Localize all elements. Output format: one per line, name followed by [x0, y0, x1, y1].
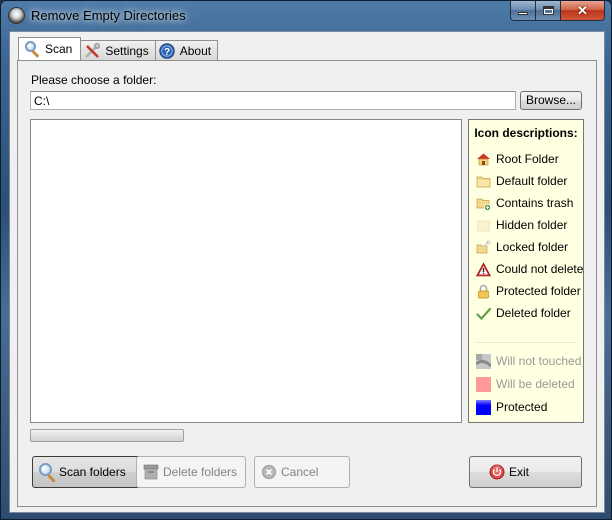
legend-separator — [476, 342, 576, 343]
legend-item: Locked folder — [476, 238, 568, 256]
close-button[interactable]: ✕ — [561, 1, 605, 21]
hidden-folder-icon — [476, 218, 491, 233]
legend-item: Contains trash — [476, 194, 573, 212]
help-icon: ? — [159, 42, 175, 59]
root-folder-icon — [476, 152, 491, 167]
legend-color-item: Will be deleted — [476, 375, 575, 393]
maximize-button[interactable] — [536, 1, 561, 21]
legend-item: Protected folder — [476, 282, 581, 300]
caption-buttons: ✕ — [510, 1, 605, 21]
browse-button[interactable]: Browse... — [520, 91, 582, 110]
magnifier-icon — [38, 463, 56, 483]
cancel-button[interactable]: Cancel — [254, 456, 350, 488]
legend-item: Could not delete — [475, 260, 583, 278]
tab-label: Settings — [105, 43, 149, 58]
tools-icon — [84, 42, 101, 59]
default-folder-icon — [476, 174, 491, 189]
delete-folders-button[interactable]: Delete folders — [136, 456, 246, 488]
main-window: Remove Empty Directories ✕ Scan Settings — [0, 0, 612, 520]
svg-text:?: ? — [164, 47, 170, 58]
legend-item: Hidden folder — [476, 216, 567, 234]
warning-icon — [475, 261, 492, 277]
legend-color-item: Protected — [476, 398, 547, 416]
tab-label: Scan — [45, 42, 73, 56]
legend-item: Root Folder — [476, 150, 559, 168]
legend-title: Icon descriptions: — [474, 126, 578, 140]
tab-about[interactable]: ? About — [154, 40, 219, 60]
protected-swatch-icon — [476, 399, 491, 415]
legend-color-item: Will not touched — [475, 352, 581, 370]
app-icon[interactable] — [8, 7, 25, 24]
power-icon — [488, 463, 506, 481]
scan-progress-bar — [30, 429, 184, 442]
trash-folder-icon — [476, 196, 491, 211]
folder-label: Please choose a folder: — [31, 73, 157, 87]
title-bar[interactable]: Remove Empty Directories ✕ — [1, 1, 611, 31]
window-title: Remove Empty Directories — [31, 8, 186, 23]
scan-folders-button[interactable]: Scan folders — [32, 456, 143, 488]
magnifier-icon — [24, 41, 40, 58]
checkmark-icon — [476, 306, 492, 321]
not-touched-swatch-icon — [475, 353, 493, 369]
client-area: Scan Settings ? About Please choose a fo… — [9, 31, 605, 513]
scan-panel: Please choose a folder: Browse... Icon d… — [17, 60, 597, 507]
minimize-icon — [518, 11, 528, 15]
padlock-icon — [476, 284, 491, 299]
tab-scan[interactable]: Scan — [18, 37, 82, 60]
tab-settings[interactable]: Settings — [80, 40, 156, 60]
folder-tree-view[interactable] — [30, 119, 462, 423]
legend-item: Default folder — [476, 172, 567, 190]
legend-item: Deleted folder — [476, 304, 571, 322]
maximize-icon — [542, 6, 554, 15]
exit-button[interactable]: Exit — [469, 456, 582, 488]
tab-label: About — [179, 43, 212, 58]
close-icon: ✕ — [577, 2, 588, 18]
folder-path-input[interactable] — [30, 91, 516, 110]
tab-strip: Scan Settings ? About — [18, 37, 219, 60]
minimize-button[interactable] — [510, 1, 536, 21]
will-delete-swatch-icon — [476, 376, 491, 392]
locked-folder-icon — [476, 240, 491, 255]
trash-bin-icon — [142, 463, 160, 481]
cancel-icon — [260, 463, 278, 481]
icon-legend: Icon descriptions: Root Folder Default f… — [468, 119, 584, 423]
